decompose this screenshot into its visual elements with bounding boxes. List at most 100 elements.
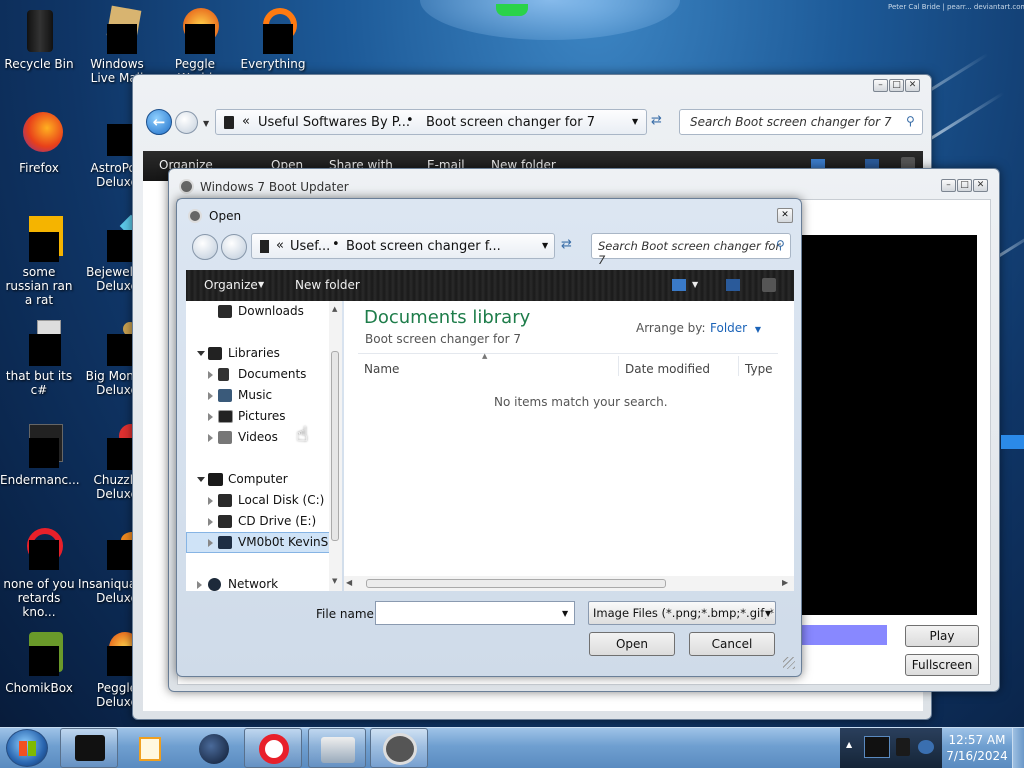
fullscreen-button[interactable]: Fullscreen [905, 654, 979, 676]
tray-network-icon[interactable] [864, 736, 890, 758]
taskbar-item-browser[interactable] [184, 728, 242, 768]
horizontal-scrollbar[interactable]: ◀ ▶ [344, 576, 794, 591]
cancel-button[interactable]: Cancel [689, 632, 775, 656]
column-name[interactable]: Name [364, 362, 399, 376]
scroll-thumb[interactable] [366, 579, 666, 588]
maximize-button[interactable]: □ [957, 179, 972, 192]
desktop-icon-firefox[interactable]: Firefox [0, 110, 78, 175]
scroll-left-icon[interactable]: ◀ [346, 578, 352, 587]
file-type-select[interactable]: Image Files (*.png;*.bmp;*.gif;* ▼ [588, 601, 776, 625]
file-list-pane[interactable]: Documents library Boot screen changer fo… [344, 301, 794, 591]
scroll-down-icon[interactable]: ▼ [332, 577, 337, 585]
close-button[interactable]: ✕ [905, 79, 920, 92]
refresh-icon[interactable]: ⇄ [561, 237, 572, 252]
forward-button[interactable] [175, 111, 198, 134]
column-date-modified[interactable]: Date modified [625, 362, 710, 376]
maximize-button[interactable]: □ [889, 79, 904, 92]
new-folder-button[interactable]: New folder [295, 278, 360, 292]
show-hidden-icons[interactable]: ▲ [846, 740, 852, 749]
desktop-icon-chomikbox[interactable]: ChomikBox [0, 630, 78, 695]
network-drive-icon [218, 536, 232, 549]
taskbar-item-opera[interactable] [244, 728, 302, 768]
desktop-icon-label: that but its c# [5, 369, 73, 397]
nav-scrollbar[interactable]: ▲ ▼ [329, 301, 342, 591]
scroll-thumb[interactable] [331, 351, 339, 541]
close-button[interactable]: ✕ [973, 179, 988, 192]
preview-pane-icon[interactable] [726, 279, 740, 291]
resize-grip[interactable] [783, 657, 795, 669]
expand-icon[interactable] [197, 581, 202, 589]
breadcrumb-current[interactable]: Boot screen changer f... [346, 239, 501, 254]
taskbar-item-recycle[interactable] [60, 728, 118, 768]
address-dropdown-icon[interactable]: ▼ [632, 117, 638, 126]
desktop-icon-everything[interactable]: Everything [234, 6, 312, 71]
address-dropdown-icon[interactable]: ▼ [542, 241, 548, 250]
expand-icon[interactable] [208, 392, 213, 400]
expand-icon[interactable] [208, 539, 213, 547]
filename-input[interactable]: ▼ [375, 601, 575, 625]
history-dropdown-icon[interactable]: ▼ [203, 119, 209, 128]
expand-icon[interactable] [208, 434, 213, 442]
desktop-icon-endermanch[interactable]: Endermanc... [0, 422, 80, 487]
breadcrumb-parent[interactable]: Usef... [290, 239, 330, 254]
collapse-icon[interactable] [197, 477, 205, 482]
breadcrumb-parent[interactable]: Useful Softwares By P... [258, 115, 410, 130]
navigation-pane[interactable]: Downloads Libraries Documents Music Pict… [186, 301, 342, 591]
nav-item-documents[interactable]: Documents [186, 364, 336, 385]
back-button[interactable] [192, 234, 218, 260]
desktop-icon-russian-rat[interactable]: some russian ran a rat [0, 214, 78, 307]
nav-item-videos[interactable]: Videos [186, 427, 336, 448]
nav-item-libraries[interactable]: Libraries [186, 343, 336, 364]
nav-item-downloads[interactable]: Downloads [186, 301, 336, 322]
nav-item-cd-drive[interactable]: CD Drive (E:) [186, 511, 336, 532]
back-button[interactable]: ← [146, 109, 172, 135]
tray-flag-icon[interactable] [918, 740, 934, 754]
expand-icon[interactable] [208, 518, 213, 526]
desktop-icon-none-of-you[interactable]: none of you retards kno... [0, 526, 78, 619]
taskbar-item-media-player[interactable] [120, 728, 178, 768]
collapse-icon[interactable] [197, 351, 205, 356]
nav-item-pictures[interactable]: Pictures [186, 406, 336, 427]
column-type[interactable]: Type [745, 362, 773, 376]
taskbar-item-boot-updater[interactable] [370, 728, 428, 768]
minimize-button[interactable]: – [941, 179, 956, 192]
clock[interactable]: 12:57 AM 7/16/2024 [942, 728, 1012, 768]
chevron-down-icon[interactable]: ▼ [562, 609, 568, 618]
forward-button[interactable] [221, 234, 247, 260]
play-button[interactable]: Play [905, 625, 979, 647]
view-dropdown-icon[interactable]: ▼ [692, 280, 698, 289]
show-desktop-button[interactable] [1012, 728, 1024, 768]
view-icon[interactable] [672, 279, 686, 291]
tray-volume-icon[interactable] [896, 738, 910, 756]
help-icon[interactable] [762, 278, 776, 292]
expand-icon[interactable] [208, 371, 213, 379]
scroll-right-icon[interactable]: ▶ [782, 578, 788, 587]
chevron-down-icon: ▼ [258, 280, 265, 289]
dialog-close-button[interactable]: ✕ [777, 208, 793, 223]
search-input[interactable]: Search Boot screen changer for 7 ⚲ [679, 109, 923, 135]
animation-progress: p [789, 625, 887, 645]
address-bar[interactable]: « Useful Softwares By P... • Boot screen… [215, 109, 647, 135]
nav-item-network[interactable]: Network [186, 574, 336, 591]
refresh-icon[interactable]: ⇄ [651, 113, 662, 128]
expand-icon[interactable] [208, 413, 213, 421]
taskbar-item-explorer[interactable] [308, 728, 366, 768]
desktop-icon-recycle-bin[interactable]: Recycle Bin [0, 6, 78, 71]
desktop-icon-that-but-csharp[interactable]: that but its c# [0, 318, 78, 397]
music-icon [218, 389, 232, 402]
address-bar[interactable]: « Usef... • Boot screen changer f... ▼ [251, 233, 555, 259]
scroll-up-icon[interactable]: ▲ [332, 305, 337, 313]
nav-item-local-disk[interactable]: Local Disk (C:) [186, 490, 336, 511]
organize-menu[interactable]: Organize [204, 278, 258, 292]
breadcrumb-current[interactable]: Boot screen changer for 7 [426, 115, 595, 130]
nav-item-music[interactable]: Music [186, 385, 336, 406]
open-button[interactable]: Open [589, 632, 675, 656]
search-input[interactable]: Search Boot screen changer for 7 ⚲ [591, 233, 791, 267]
minimize-button[interactable]: – [873, 79, 888, 92]
nav-item-computer[interactable]: Computer [186, 469, 336, 490]
arrange-by-dropdown[interactable]: Folder ▼ [710, 321, 761, 335]
expand-icon[interactable] [208, 497, 213, 505]
start-button[interactable] [6, 729, 48, 767]
nav-item-network-share[interactable]: VM0b0t KevinSite [186, 532, 342, 553]
open-dialog[interactable]: Open ✕ « Usef... • Boot screen changer f… [176, 198, 802, 677]
